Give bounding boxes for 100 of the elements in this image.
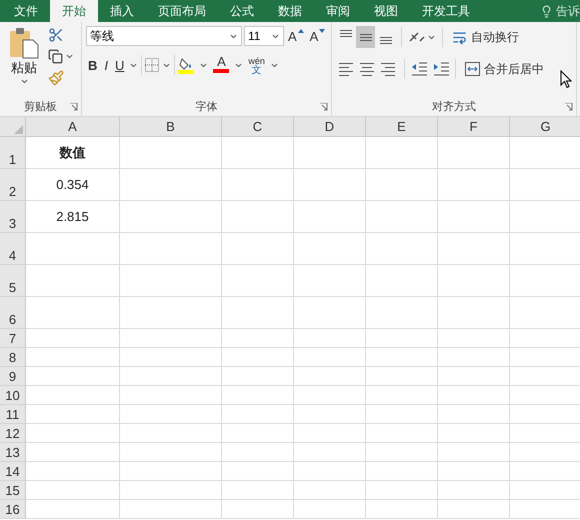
underline-button[interactable]: U xyxy=(113,54,126,76)
empty-cell xyxy=(222,329,294,348)
empty-cell xyxy=(222,405,294,424)
row-header[interactable]: 11 xyxy=(0,405,26,424)
ribbon-tab[interactable]: 审阅 xyxy=(314,0,362,22)
down-triangle-icon xyxy=(319,29,326,33)
empty-cell xyxy=(222,348,294,367)
empty-cell xyxy=(294,233,366,265)
row-header[interactable]: 2 xyxy=(0,169,26,201)
empty-cell xyxy=(222,201,294,233)
corner-triangle-icon xyxy=(14,125,23,134)
font-color-button[interactable]: A xyxy=(211,53,232,77)
grow-font-button[interactable]: A xyxy=(286,25,306,47)
empty-cell xyxy=(366,386,438,405)
empty-cell xyxy=(366,405,438,424)
table-cell: 0.354 xyxy=(26,169,120,201)
column-header[interactable]: D xyxy=(294,117,366,137)
ribbon-tab[interactable]: 数据 xyxy=(266,0,314,22)
empty-cell xyxy=(294,348,366,367)
ribbon-tab[interactable]: 公式 xyxy=(218,0,266,22)
column-header[interactable]: C xyxy=(222,117,294,137)
empty-cell xyxy=(438,329,510,348)
empty-cell xyxy=(294,386,366,405)
row-header[interactable]: 1 xyxy=(0,137,26,169)
ribbon-tab[interactable]: 视图 xyxy=(362,0,410,22)
empty-cell xyxy=(222,424,294,443)
empty-cell xyxy=(438,201,510,233)
ribbon-tab[interactable]: 插入 xyxy=(98,0,146,22)
row-header[interactable]: 12 xyxy=(0,424,26,443)
merge-cells-icon xyxy=(465,62,480,76)
row-header[interactable]: 3 xyxy=(0,201,26,233)
empty-cell xyxy=(222,500,294,519)
up-triangle-icon xyxy=(298,29,304,33)
font-size-field[interactable]: 11 xyxy=(244,26,284,46)
empty-cell xyxy=(438,424,510,443)
empty-cell xyxy=(222,386,294,405)
borders-icon[interactable] xyxy=(145,58,160,72)
row-header[interactable]: 5 xyxy=(0,265,26,297)
phonetic-button[interactable]: wén 文 xyxy=(246,54,267,76)
align-bottom-icon xyxy=(380,37,392,44)
dialog-launcher-icon[interactable] xyxy=(320,103,328,111)
row-header[interactable]: 14 xyxy=(0,462,26,481)
row-header[interactable]: 15 xyxy=(0,481,26,500)
empty-cell xyxy=(438,367,510,386)
row-header[interactable]: 9 xyxy=(0,367,26,386)
tell-me-text[interactable]: 告诉 xyxy=(556,2,580,20)
increase-indent-icon[interactable] xyxy=(433,62,449,76)
empty-cell xyxy=(438,386,510,405)
column-header[interactable]: B xyxy=(120,117,222,137)
empty-cell xyxy=(366,500,438,519)
empty-cell xyxy=(366,297,438,329)
row-header[interactable]: 10 xyxy=(0,386,26,405)
align-right-icon xyxy=(381,62,395,76)
paste-button[interactable]: 粘贴 xyxy=(4,25,44,98)
empty-cell xyxy=(222,137,294,169)
column-header[interactable]: E xyxy=(366,117,438,137)
empty-cell xyxy=(438,443,510,462)
row-header[interactable]: 7 xyxy=(0,329,26,348)
column-header[interactable]: G xyxy=(510,117,580,137)
scissors-icon[interactable] xyxy=(48,27,64,43)
empty-cell xyxy=(294,265,366,297)
lightbulb-icon xyxy=(540,4,553,18)
vertical-align-button[interactable] xyxy=(356,26,375,48)
empty-cell xyxy=(294,169,366,201)
empty-cell xyxy=(438,348,510,367)
fill-color-icon[interactable] xyxy=(178,56,196,74)
row-header[interactable]: 4 xyxy=(0,233,26,265)
empty-cell xyxy=(294,405,366,424)
empty-cell xyxy=(366,348,438,367)
row-header[interactable]: 8 xyxy=(0,348,26,367)
font-name-field[interactable]: 等线 xyxy=(86,26,242,46)
merge-center-button[interactable]: 合并后居中 xyxy=(462,57,547,81)
column-header[interactable]: A xyxy=(26,117,120,137)
shrink-font-button[interactable]: A xyxy=(308,25,328,47)
dialog-launcher-icon[interactable] xyxy=(70,103,78,111)
ribbon-tab[interactable]: 开发工具 xyxy=(410,0,482,22)
row-header[interactable]: 16 xyxy=(0,500,26,519)
decrease-indent-icon[interactable] xyxy=(411,62,427,76)
empty-cell xyxy=(294,137,366,169)
dialog-launcher-icon[interactable] xyxy=(565,103,573,111)
wrap-text-button[interactable]: 自动换行 xyxy=(449,25,522,49)
italic-button[interactable]: I xyxy=(102,54,110,76)
empty-cell xyxy=(366,424,438,443)
empty-cell xyxy=(294,424,366,443)
wrap-text-icon xyxy=(452,30,467,44)
bold-button[interactable]: B xyxy=(86,54,100,76)
empty-cell xyxy=(294,443,366,462)
copy-icon[interactable] xyxy=(48,49,63,64)
empty-cell xyxy=(438,169,510,201)
column-header[interactable]: F xyxy=(438,117,510,137)
ribbon-tab[interactable]: 页面布局 xyxy=(146,0,218,22)
ribbon-tab[interactable]: 开始 xyxy=(50,0,98,22)
empty-cell xyxy=(294,481,366,500)
ribbon-tab[interactable]: 文件 xyxy=(2,0,50,22)
row-header[interactable]: 13 xyxy=(0,443,26,462)
empty-cell xyxy=(222,169,294,201)
empty-cell xyxy=(366,233,438,265)
row-header[interactable]: 6 xyxy=(0,297,26,329)
group-label: 剪贴板 xyxy=(24,100,57,115)
align-top-icon xyxy=(340,30,352,37)
